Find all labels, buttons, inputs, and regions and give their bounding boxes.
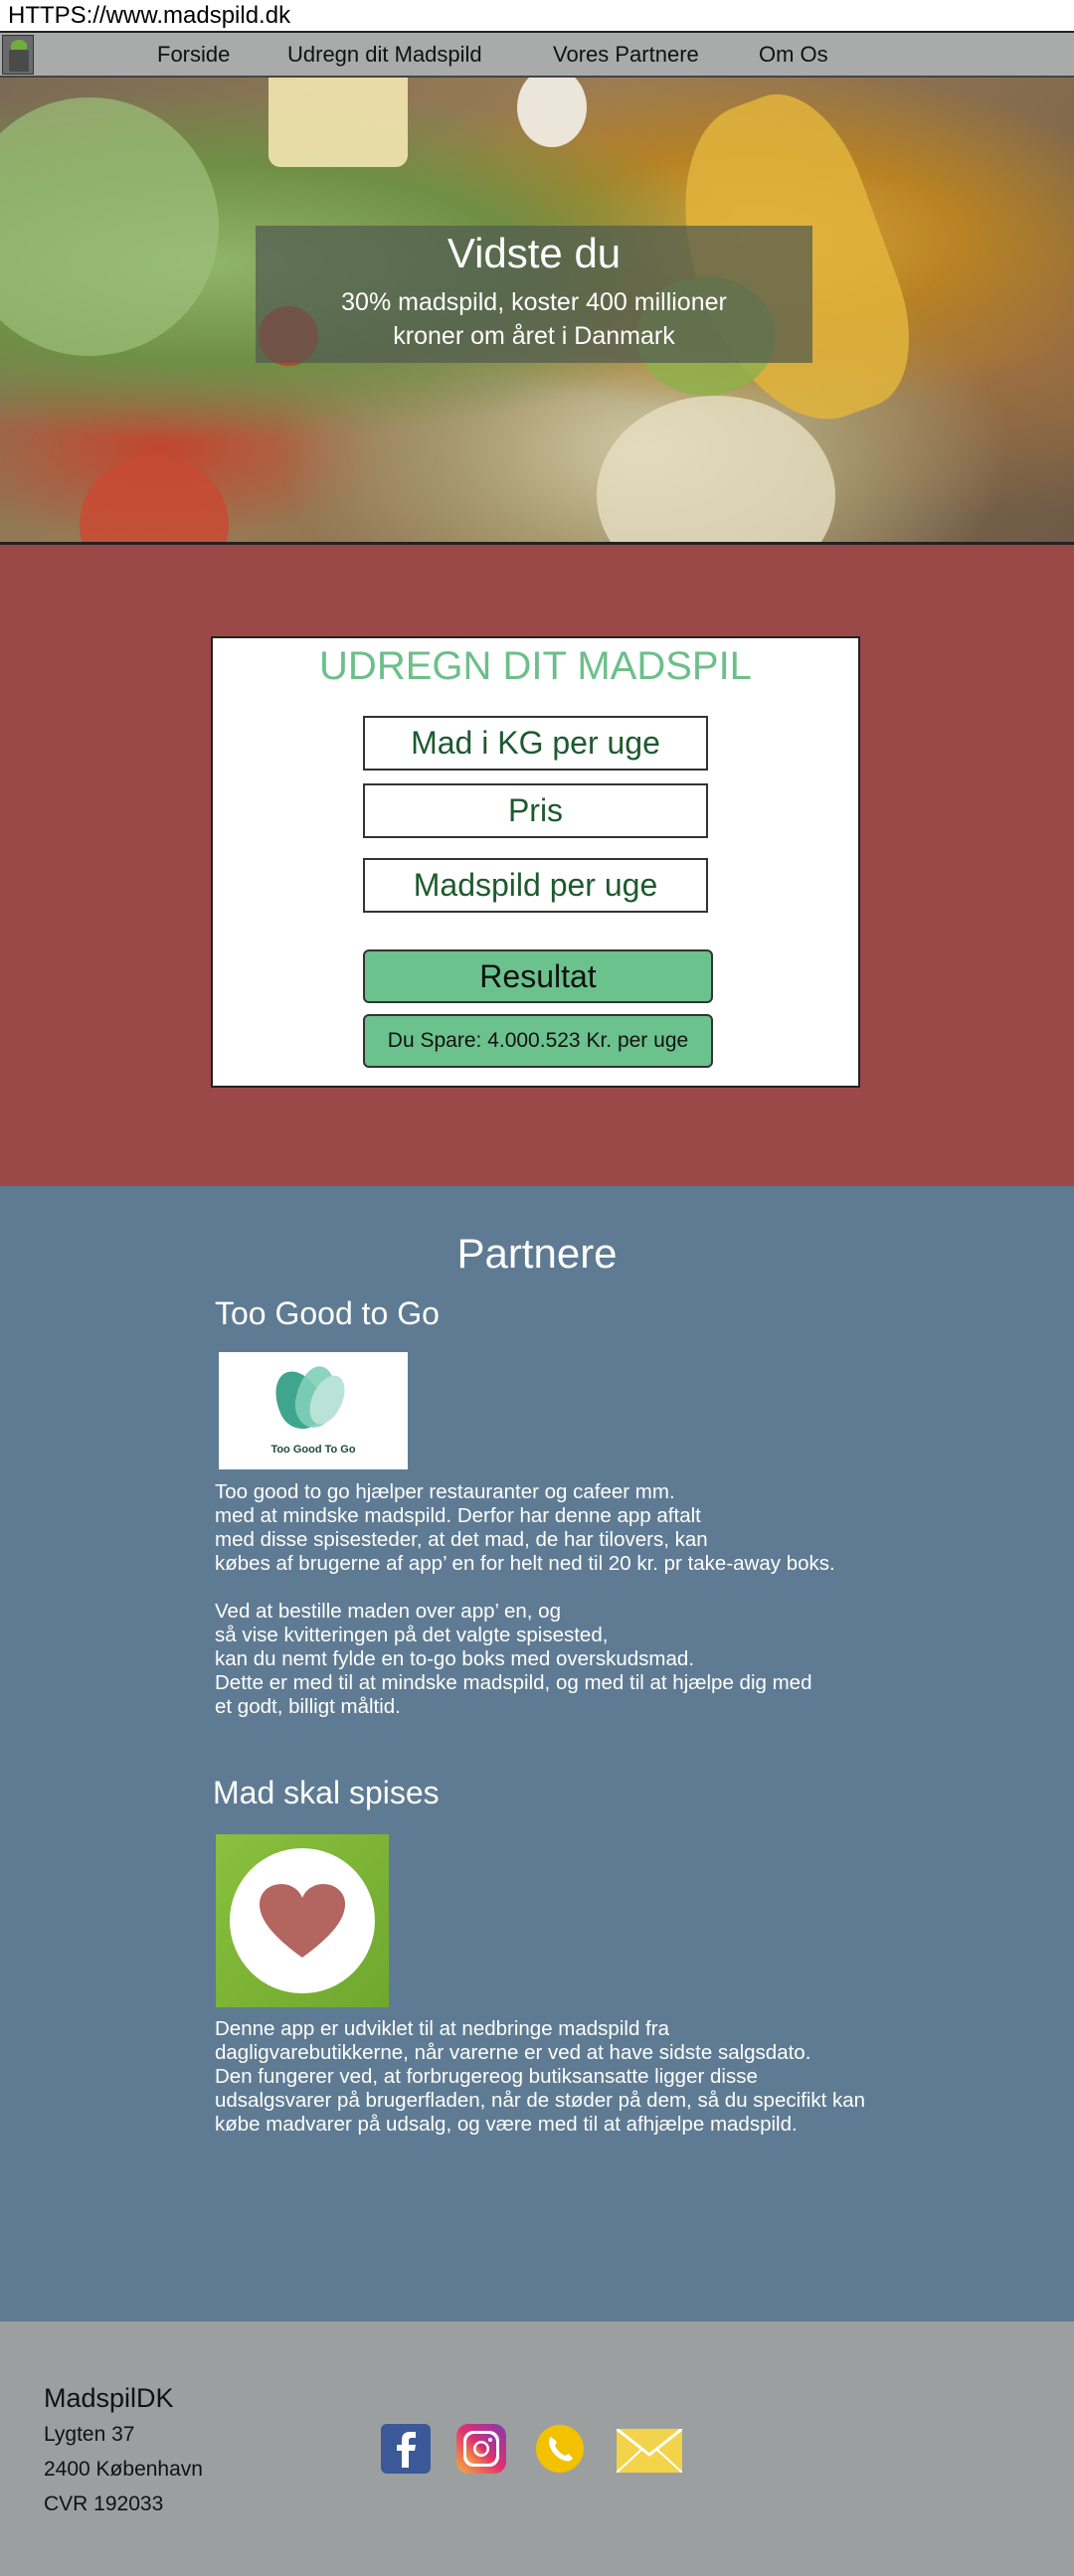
partner-name-too-good-to-go: Too Good to Go (215, 1295, 440, 1331)
footer-cvr: CVR 192033 (44, 2492, 164, 2515)
food-image-cheese (268, 78, 408, 167)
mail-icon[interactable] (617, 2429, 682, 2473)
partner-name-mad-skal-spises: Mad skal spises (213, 1775, 440, 1810)
phone-icon[interactable] (535, 2424, 585, 2474)
nav-item-forside[interactable]: Forside (157, 42, 230, 68)
browser-address-bar[interactable]: HTTPS://www.madspild.dk (0, 0, 1074, 33)
price-input[interactable]: Pris (363, 783, 708, 838)
mad-skal-spises-logo[interactable] (216, 1834, 389, 2007)
footer-address: Lygten 37 (44, 2423, 135, 2446)
nav-item-partnere[interactable]: Vores Partnere (553, 42, 699, 68)
partners-heading: Partnere (456, 1230, 618, 1277)
heart-icon (260, 1884, 345, 1958)
facebook-icon[interactable] (381, 2424, 431, 2474)
result-output: Du Spare: 4.000.523 Kr. per uge (363, 1014, 713, 1068)
food-image-cabbage (0, 97, 219, 356)
hero-title: Vidste du (447, 230, 622, 276)
site-logo-icon[interactable] (2, 35, 34, 75)
hero-fact-box: Vidste du 30% madspild, koster 400 milli… (256, 226, 812, 363)
instagram-icon[interactable] (456, 2424, 506, 2474)
footer-brand: MadspilDK (44, 2383, 174, 2413)
food-image-apple (80, 455, 229, 542)
calculator-section: UDREGN DIT MADSPIL Mad i KG per uge Pris… (0, 545, 1074, 1186)
too-good-to-go-logo[interactable]: Too Good To Go (219, 1352, 408, 1469)
calculator-card: UDREGN DIT MADSPIL Mad i KG per uge Pris… (211, 636, 860, 1088)
hero-text: 30% madspild, koster 400 millioner krone… (256, 285, 812, 353)
partner-description-mad-skal-spises: Denne app er udviklet til at nedbringe m… (215, 2017, 866, 2136)
hero-text-line-2: kroner om året i Danmark (393, 322, 675, 350)
food-kg-input[interactable]: Mad i KG per uge (363, 716, 708, 771)
calculator-title: UDREGN DIT MADSPIL (319, 644, 752, 688)
food-image-bowl (597, 396, 835, 542)
nav-item-om-os[interactable]: Om Os (759, 42, 828, 68)
waste-per-week-input[interactable]: Madspild per uge (363, 858, 708, 913)
partners-section: Partnere Too Good to Go Too Good To Go T… (0, 1186, 1074, 2321)
footer-city: 2400 København (44, 2458, 203, 2481)
food-image-egg (517, 78, 587, 147)
too-good-to-go-logo-text: Too Good To Go (270, 1444, 356, 1456)
result-button[interactable]: Resultat (363, 949, 713, 1003)
nav-item-udregn[interactable]: Udregn dit Madspild (287, 42, 482, 68)
hero-banner: Vidste du 30% madspild, koster 400 milli… (0, 78, 1074, 545)
partner-description-too-good-to-go: Too good to go hjælper restauranter og c… (215, 1480, 835, 1718)
url-text[interactable]: HTTPS://www.madspild.dk (8, 2, 290, 30)
hero-text-line-1: 30% madspild, koster 400 millioner (341, 288, 727, 316)
top-navigation: Forside Udregn dit Madspild Vores Partne… (0, 33, 1074, 78)
footer: MadspilDK Lygten 37 2400 København CVR 1… (0, 2321, 1074, 2576)
